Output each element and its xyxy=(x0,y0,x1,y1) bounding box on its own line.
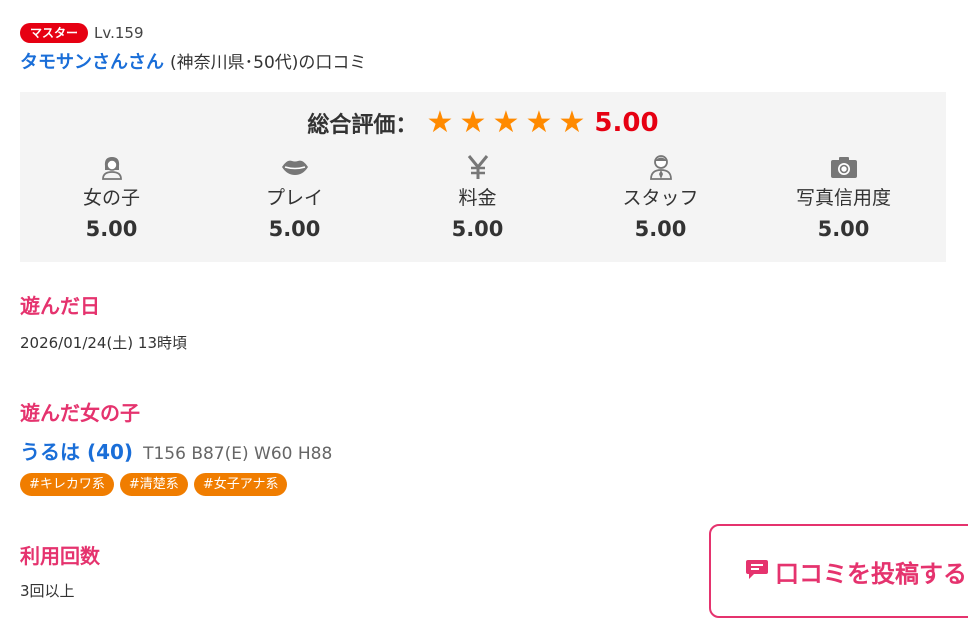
category-score: 5.00 xyxy=(451,217,504,241)
category-label: 料金 xyxy=(458,187,497,209)
girl-section-title: 遊んだ女の子 xyxy=(20,401,140,425)
star-icon: ★ xyxy=(525,105,553,140)
girl-tags: #キレカワ系 #清楚系 #女子アナ系 xyxy=(20,473,288,496)
category-score: 5.00 xyxy=(268,217,321,241)
staff-icon xyxy=(646,152,676,182)
visit-date-title: 遊んだ日 xyxy=(20,294,100,318)
category-play: プレイ 5.00 xyxy=(203,152,386,242)
girl-name-link[interactable]: うるは (40) xyxy=(20,436,133,465)
category-staff: スタッフ 5.00 xyxy=(569,152,752,242)
category-score: 5.00 xyxy=(85,217,138,241)
post-review-label: 口コミを投稿する xyxy=(775,559,967,588)
reviewer-level: Lv.159 xyxy=(94,24,144,42)
overall-rating: 総合評価： ★ ★ ★ ★ ★ 5.00 xyxy=(20,106,946,140)
post-review-button[interactable]: 口コミを投稿する xyxy=(709,524,968,618)
category-photo-reliability: 写真信用度 5.00 xyxy=(752,152,935,242)
girl-info: うるは (40) T156 B87(E) W60 H88 xyxy=(20,436,332,465)
overall-rating-label: 総合評価： xyxy=(307,113,418,138)
usage-count-title: 利用回数 xyxy=(20,544,100,568)
tag-badge[interactable]: #清楚系 xyxy=(119,473,188,496)
comment-icon xyxy=(745,557,769,585)
category-girl: 女の子 5.00 xyxy=(20,152,203,242)
category-label: 女の子 xyxy=(82,187,140,209)
reviewer-rank-line: マスター Lv.159 xyxy=(20,22,143,44)
star-rating: ★ ★ ★ ★ ★ xyxy=(423,106,588,140)
visit-date-value: 2026/01/24(土) 13時頃 xyxy=(20,334,188,352)
tag-badge[interactable]: #女子アナ系 xyxy=(193,473,288,496)
star-icon: ★ xyxy=(492,105,520,140)
reviewer-line: タモサンさんさん (神奈川県･50代)の口コミ xyxy=(20,48,366,74)
star-icon: ★ xyxy=(558,105,586,140)
lips-icon xyxy=(280,152,310,182)
reviewer-name-link[interactable]: タモサンさんさん xyxy=(20,48,164,74)
tag-badge[interactable]: #キレカワ系 xyxy=(20,473,114,496)
girl-specs: T156 B87(E) W60 H88 xyxy=(143,444,333,464)
camera-icon xyxy=(829,152,859,182)
girl-icon xyxy=(97,152,127,182)
rating-panel: 総合評価： ★ ★ ★ ★ ★ 5.00 女の子 5.00 プレイ 5.00 料… xyxy=(20,92,946,262)
category-label: スタッフ xyxy=(622,187,699,209)
yen-icon xyxy=(463,152,493,182)
usage-count-value: 3回以上 xyxy=(20,582,75,600)
category-ratings: 女の子 5.00 プレイ 5.00 料金 5.00 スタッフ 5.00 写真信用… xyxy=(20,152,946,242)
reviewer-info: (神奈川県･50代)の口コミ xyxy=(170,53,367,73)
category-price: 料金 5.00 xyxy=(386,152,569,242)
category-score: 5.00 xyxy=(817,217,870,241)
star-icon: ★ xyxy=(426,105,454,140)
overall-score: 5.00 xyxy=(594,108,659,138)
category-score: 5.00 xyxy=(634,217,687,241)
rank-badge: マスター xyxy=(20,23,89,43)
category-label: 写真信用度 xyxy=(795,187,891,209)
star-icon: ★ xyxy=(459,105,487,140)
category-label: プレイ xyxy=(265,187,323,209)
